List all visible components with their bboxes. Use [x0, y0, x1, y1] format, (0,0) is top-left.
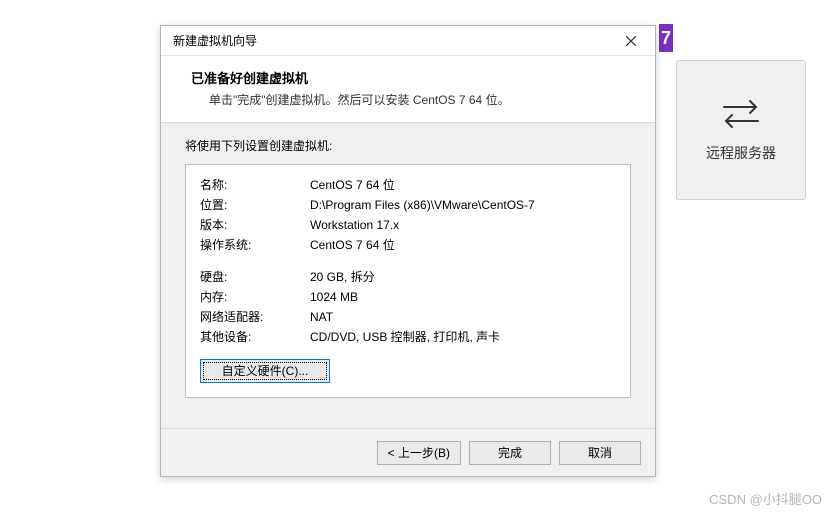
settings-group-2: 硬盘:20 GB, 拆分 内存:1024 MB 网络适配器:NAT 其他设备:C…	[200, 267, 616, 347]
customize-hardware-button[interactable]: 自定义硬件(C)...	[200, 359, 330, 383]
wizard-header: 已准备好创建虚拟机 单击"完成"创建虚拟机。然后可以安装 CentOS 7 64…	[161, 56, 655, 123]
settings-value: D:\Program Files (x86)\VMware\CentOS-7	[310, 195, 616, 215]
remote-server-label: 远程服务器	[706, 143, 776, 163]
settings-intro: 将使用下列设置创建虚拟机:	[185, 137, 631, 154]
settings-value: NAT	[310, 307, 616, 327]
settings-key: 网络适配器:	[200, 307, 310, 327]
titlebar: 新建虚拟机向导	[161, 26, 655, 56]
settings-row: 操作系统:CentOS 7 64 位	[200, 235, 616, 255]
cancel-button[interactable]: 取消	[559, 441, 641, 465]
purple-corner-tag: 7	[659, 24, 673, 52]
new-vm-wizard-dialog: 新建虚拟机向导 已准备好创建虚拟机 单击"完成"创建虚拟机。然后可以安装 Cen…	[160, 25, 656, 477]
wizard-content: 将使用下列设置创建虚拟机: 名称:CentOS 7 64 位 位置:D:\Pro…	[161, 123, 655, 428]
finish-button[interactable]: 完成	[469, 441, 551, 465]
settings-row: 名称:CentOS 7 64 位	[200, 175, 616, 195]
settings-key: 版本:	[200, 215, 310, 235]
settings-key: 名称:	[200, 175, 310, 195]
watermark-text: CSDN @小抖腿OO	[709, 489, 822, 508]
settings-value: Workstation 17.x	[310, 215, 616, 235]
back-button[interactable]: < 上一步(B)	[377, 441, 461, 465]
close-button[interactable]	[611, 27, 651, 55]
customize-hardware-row: 自定义硬件(C)...	[200, 359, 616, 383]
wizard-heading: 已准备好创建虚拟机	[191, 68, 631, 87]
settings-row: 内存:1024 MB	[200, 287, 616, 307]
settings-row: 位置:D:\Program Files (x86)\VMware\CentOS-…	[200, 195, 616, 215]
wizard-footer: < 上一步(B) 完成 取消	[161, 428, 655, 476]
settings-row: 版本:Workstation 17.x	[200, 215, 616, 235]
settings-key: 内存:	[200, 287, 310, 307]
close-icon	[626, 36, 636, 46]
settings-key: 其他设备:	[200, 327, 310, 347]
settings-value: 1024 MB	[310, 287, 616, 307]
settings-value: CentOS 7 64 位	[310, 235, 616, 255]
settings-row: 网络适配器:NAT	[200, 307, 616, 327]
settings-value: CentOS 7 64 位	[310, 175, 616, 195]
settings-group-1: 名称:CentOS 7 64 位 位置:D:\Program Files (x8…	[200, 175, 616, 255]
settings-key: 位置:	[200, 195, 310, 215]
settings-key: 硬盘:	[200, 267, 310, 287]
dialog-title: 新建虚拟机向导	[173, 32, 611, 49]
remote-server-tile[interactable]: 远程服务器	[676, 60, 806, 200]
settings-panel: 名称:CentOS 7 64 位 位置:D:\Program Files (x8…	[185, 164, 631, 398]
settings-value: CD/DVD, USB 控制器, 打印机, 声卡	[310, 327, 616, 347]
wizard-subtitle: 单击"完成"创建虚拟机。然后可以安装 CentOS 7 64 位。	[209, 91, 631, 108]
settings-row: 硬盘:20 GB, 拆分	[200, 267, 616, 287]
settings-row: 其他设备:CD/DVD, USB 控制器, 打印机, 声卡	[200, 327, 616, 347]
settings-key: 操作系统:	[200, 235, 310, 255]
settings-value: 20 GB, 拆分	[310, 267, 616, 287]
transfer-icon	[720, 97, 762, 131]
